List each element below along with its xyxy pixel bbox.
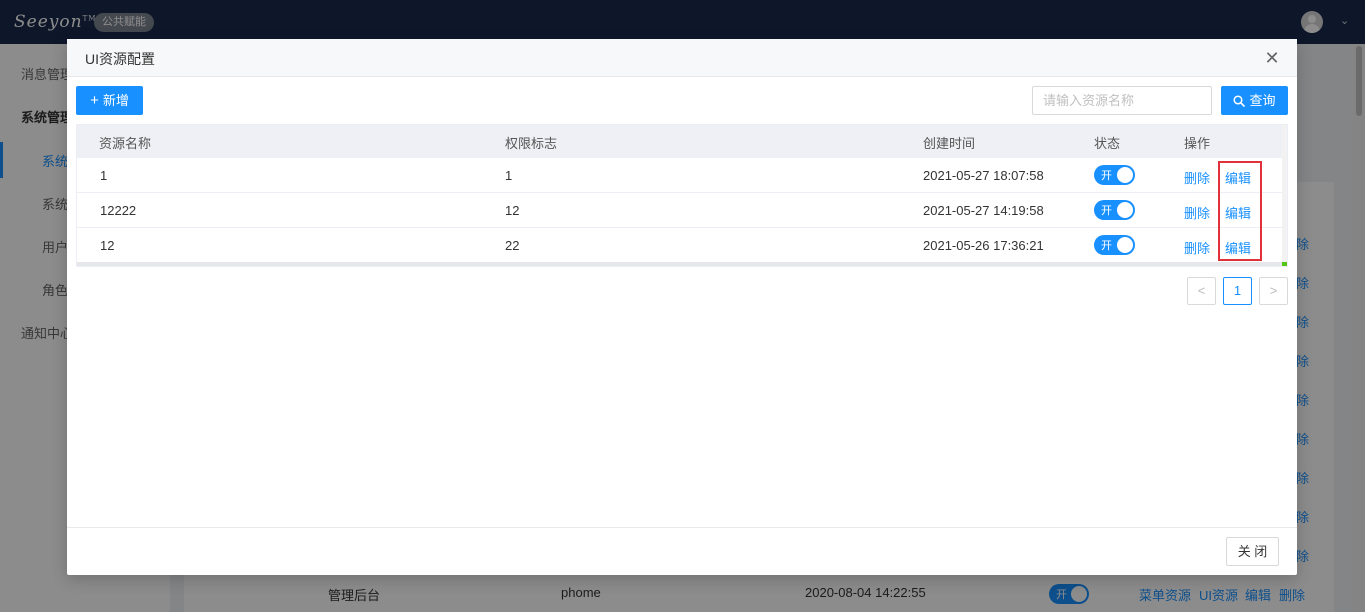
add-button-label: 新增 — [102, 93, 129, 108]
table-row: 12222 12 2021-05-27 14:19:58 开 删除 编辑 — [77, 193, 1282, 228]
cell-resource-name: 12 — [100, 238, 115, 253]
toggle-label: 开 — [1101, 240, 1112, 252]
cell-created-time: 2021-05-26 17:36:21 — [923, 238, 1044, 253]
add-button[interactable]: + 新增 — [76, 86, 143, 115]
edit-link[interactable]: 编辑 — [1225, 168, 1251, 187]
close-button[interactable]: 关 闭 — [1226, 537, 1279, 566]
toggle-knob — [1117, 237, 1133, 253]
pagination-next-button[interactable]: > — [1259, 277, 1288, 305]
edit-link[interactable]: 编辑 — [1225, 238, 1251, 257]
cell-permission-code: 22 — [505, 238, 520, 253]
delete-link[interactable]: 删除 — [1184, 168, 1210, 187]
cell-resource-name: 1 — [100, 168, 108, 183]
cell-permission-code: 1 — [505, 168, 513, 183]
dialog-footer: 关 闭 — [67, 527, 1297, 575]
table-horizontal-scrollbar[interactable] — [77, 262, 1282, 266]
toggle-knob — [1117, 202, 1133, 218]
resource-name-search-input[interactable] — [1032, 86, 1212, 115]
column-header-permission: 权限标志 — [505, 136, 558, 151]
dialog-header: UI资源配置 ✕ — [67, 39, 1297, 77]
cell-created-time: 2021-05-27 18:07:58 — [923, 168, 1044, 183]
table-header: 资源名称 权限标志 创建时间 状态 操作 — [77, 125, 1282, 158]
table-row: 12 22 2021-05-26 17:36:21 开 删除 编辑 — [77, 228, 1282, 263]
pagination-page-1[interactable]: 1 — [1223, 277, 1252, 305]
search-button-label: 查询 — [1249, 93, 1276, 108]
cell-created-time: 2021-05-27 14:19:58 — [923, 203, 1044, 218]
edit-link[interactable]: 编辑 — [1225, 203, 1251, 222]
status-toggle[interactable]: 开 — [1094, 200, 1135, 220]
search-icon — [1233, 95, 1246, 107]
search-button[interactable]: 查询 — [1221, 86, 1288, 115]
dialog-title: UI资源配置 — [85, 51, 155, 67]
ui-resource-config-dialog: UI资源配置 ✕ +新增 查询 资源名称 权限标志 创建时间 状态 操作 1 1… — [67, 39, 1297, 575]
toggle-label: 开 — [1101, 170, 1112, 182]
delete-link[interactable]: 删除 — [1184, 203, 1210, 222]
column-header-actions: 操作 — [1184, 136, 1211, 151]
status-toggle[interactable]: 开 — [1094, 235, 1135, 255]
column-header-status: 状态 — [1094, 136, 1121, 151]
delete-link[interactable]: 删除 — [1184, 238, 1210, 257]
cell-resource-name: 12222 — [100, 203, 137, 218]
table-vertical-scrollbar[interactable] — [1282, 125, 1287, 262]
close-icon[interactable]: ✕ — [1261, 47, 1283, 69]
table-row: 1 1 2021-05-27 18:07:58 开 删除 编辑 — [77, 158, 1282, 193]
toggle-label: 开 — [1101, 205, 1112, 217]
column-header-name: 资源名称 — [99, 136, 152, 151]
toggle-knob — [1117, 167, 1133, 183]
pagination-prev-button[interactable]: < — [1187, 277, 1216, 305]
cell-permission-code: 12 — [505, 203, 520, 218]
column-header-created-time: 创建时间 — [923, 136, 976, 151]
resource-table: 资源名称 权限标志 创建时间 状态 操作 1 1 2021-05-27 18:0… — [76, 124, 1288, 267]
plus-icon: + — [90, 92, 99, 109]
status-toggle[interactable]: 开 — [1094, 165, 1135, 185]
scrollbar-corner — [1282, 262, 1287, 266]
